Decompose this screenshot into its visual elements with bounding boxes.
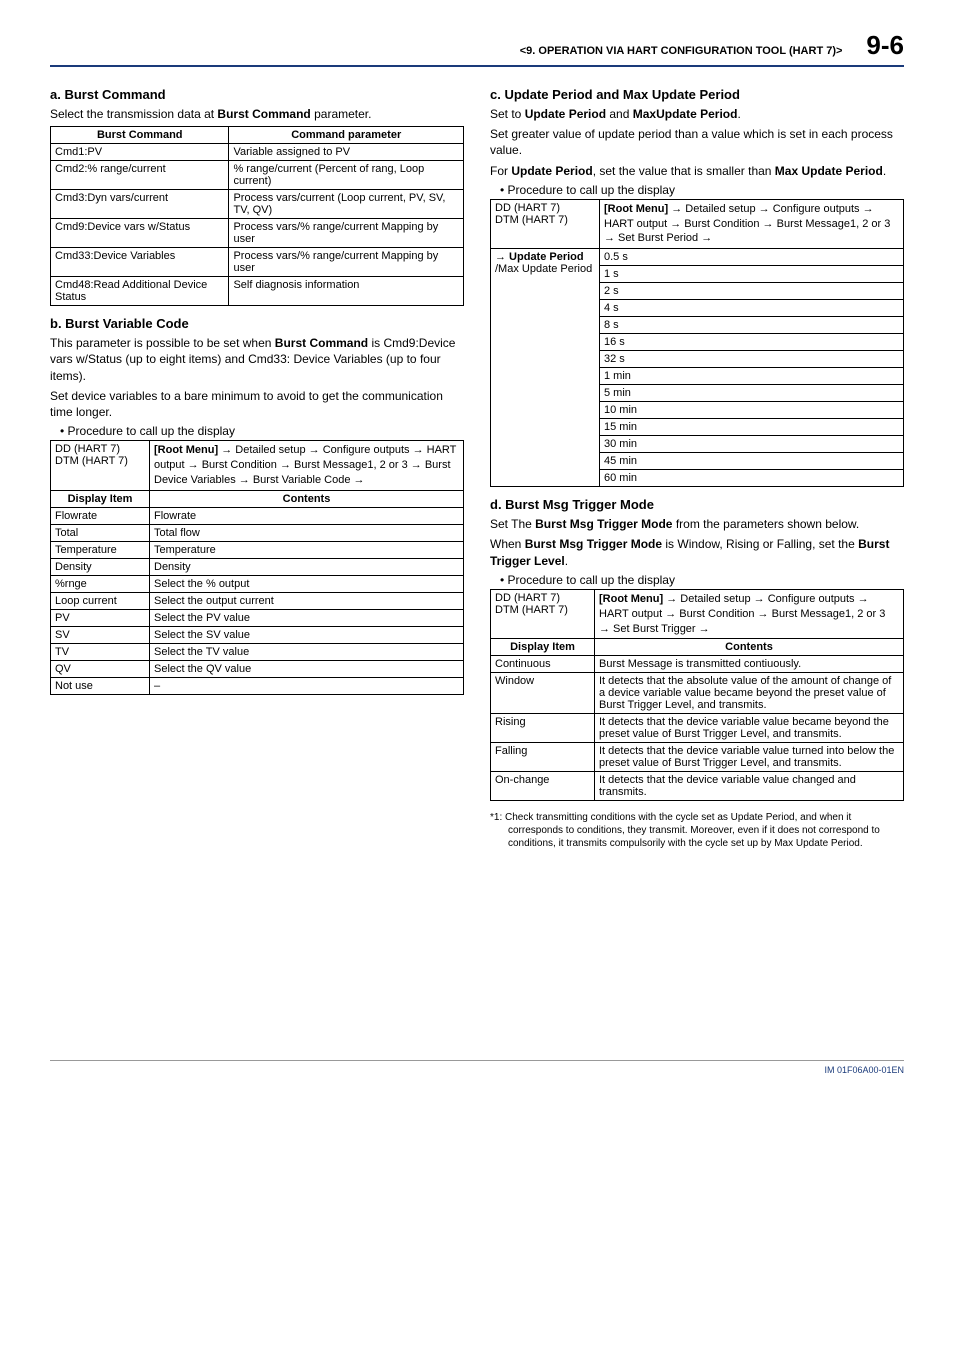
table-header: Contents (150, 490, 464, 507)
section-b-p1: This parameter is possible to be set whe… (50, 335, 464, 384)
section-d-p1: Set The Burst Msg Trigger Mode from the … (490, 516, 904, 532)
table-header: Contents (595, 639, 904, 656)
page-header: <9. OPERATION VIA HART CONFIGURATION TOO… (50, 30, 904, 67)
burst-command-table: Burst Command Command parameter Cmd1:PVV… (50, 126, 464, 306)
two-column-layout: a. Burst Command Select the transmission… (50, 81, 904, 850)
table-header: Burst Command (51, 127, 229, 144)
right-column: c. Update Period and Max Update Period S… (490, 81, 904, 850)
section-b-bullet: Procedure to call up the display (60, 424, 464, 438)
path-text-cell: [Root Menu] → Detailed setup → Configure… (595, 589, 904, 639)
section-c-p1: Set to Update Period and MaxUpdate Perio… (490, 106, 904, 122)
path-text-cell: [Root Menu] → Detailed setup → Configure… (150, 441, 464, 491)
section-a-heading: a. Burst Command (50, 87, 464, 102)
section-d-bullet: Procedure to call up the display (500, 573, 904, 587)
section-b-heading: b. Burst Variable Code (50, 316, 464, 331)
update-period-table: DD (HART 7) DTM (HART 7) [Root Menu] → D… (490, 199, 904, 488)
table-header: Display Item (51, 490, 150, 507)
table-header: Display Item (491, 639, 595, 656)
section-b-p2: Set device variables to a bare minimum t… (50, 388, 464, 420)
path-text-cell: [Root Menu] → Detailed setup → Configure… (600, 199, 904, 249)
table-header: Command parameter (229, 127, 464, 144)
section-d-heading: d. Burst Msg Trigger Mode (490, 497, 904, 512)
section-a-intro: Select the transmission data at Burst Co… (50, 106, 464, 122)
path-label-cell: DD (HART 7) DTM (HART 7) (491, 199, 600, 249)
burst-variable-path-table: DD (HART 7) DTM (HART 7) [Root Menu] → D… (50, 440, 464, 695)
section-d-p2: When Burst Msg Trigger Mode is Window, R… (490, 536, 904, 568)
footnote-star1: *1: Check transmitting conditions with t… (490, 811, 904, 850)
page-container: <9. OPERATION VIA HART CONFIGURATION TOO… (0, 0, 954, 1095)
page-footer: IM 01F06A00-01EN (50, 1060, 904, 1075)
trigger-mode-table: DD (HART 7) DTM (HART 7) [Root Menu] → D… (490, 589, 904, 802)
section-c-p3: For Update Period, set the value that is… (490, 163, 904, 179)
section-c-p2: Set greater value of update period than … (490, 126, 904, 158)
left-column: a. Burst Command Select the transmission… (50, 81, 464, 850)
update-period-side-label: → Update Period /Max Update Period (491, 249, 600, 487)
header-title: <9. OPERATION VIA HART CONFIGURATION TOO… (50, 45, 866, 57)
path-label-cell: DD (HART 7) DTM (HART 7) (491, 589, 595, 639)
footer-code: IM 01F06A00-01EN (824, 1065, 904, 1075)
page-number: 9-6 (866, 30, 904, 61)
section-c-heading: c. Update Period and Max Update Period (490, 87, 904, 102)
section-c-bullet: Procedure to call up the display (500, 183, 904, 197)
path-label-cell: DD (HART 7) DTM (HART 7) (51, 441, 150, 491)
